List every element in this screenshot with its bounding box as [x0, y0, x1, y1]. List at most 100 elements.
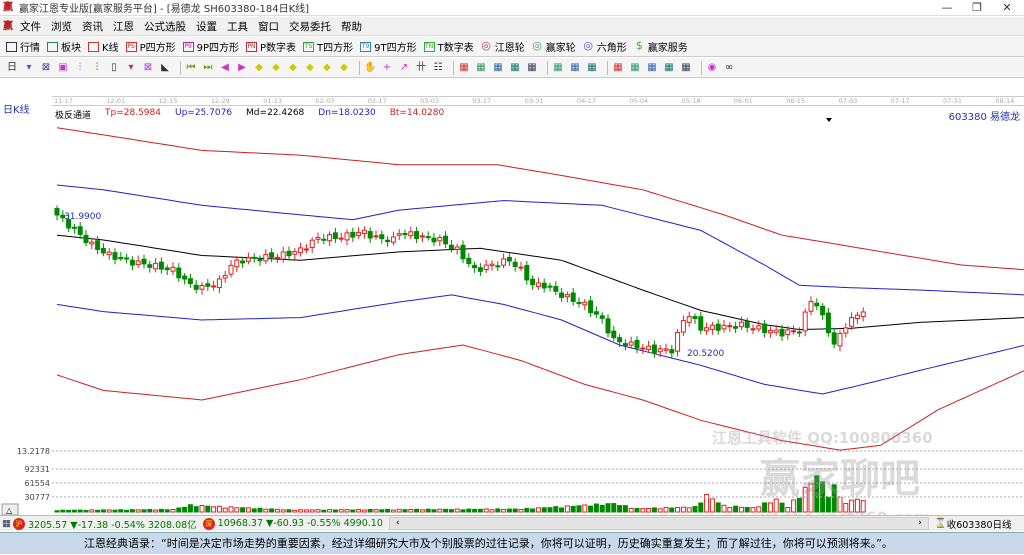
grid-icon[interactable]: ▦: [2, 518, 11, 529]
scroll-right-icon[interactable]: ›: [918, 518, 922, 529]
horizontal-scrollbar[interactable]: ‹ ›: [388, 517, 929, 530]
maximize-button[interactable]: ❐: [962, 0, 992, 16]
tool-icon-34[interactable]: ▦: [552, 62, 564, 74]
menu-item-2[interactable]: 资讯: [82, 19, 103, 34]
toolbar-button-10[interactable]: ◎ 赢家轮: [532, 38, 575, 55]
tool-icon-3[interactable]: ▣: [57, 62, 69, 74]
drawing-toolbar: 日 ▾ ⊠ ▣ ⫶ ⫶ ▯ ▾ ⊠ ◣ ⏮ ⏭ ◀ ▶ ◆ ◆ ◆ ◆ ◆ ◆ ✋ + ↗ 卄 ☷ ▦ ▦ ▦ ▦ ▦ ▦ ▦ ▦ ▦ ▦ ▦ ▦ ▦ ◉ ∞: [0, 58, 1024, 78]
toolbar-separator: [453, 60, 454, 75]
toolbar-button-5[interactable]: PN P数字表: [246, 39, 296, 54]
minimize-button[interactable]: —: [932, 0, 962, 16]
volume-bar: [640, 508, 646, 513]
tool-icon-29[interactable]: ▦: [475, 62, 487, 74]
toolbar-button-6[interactable]: TS T四方形: [303, 39, 353, 54]
app-logo-icon: 赢: [3, 20, 13, 32]
candle: [849, 312, 855, 331]
toolbar-button-12[interactable]: $ 赢家服务: [634, 39, 688, 55]
tool-icon-13[interactable]: ◀: [219, 62, 231, 74]
tool-icon-19[interactable]: ◆: [321, 62, 333, 74]
candle: [721, 320, 727, 333]
volume-bar: [524, 507, 530, 513]
toolbar-button-4[interactable]: P9 9P四方形: [182, 39, 239, 54]
toolbar-button-0[interactable]: 行情: [6, 39, 40, 54]
volume-bar: [477, 508, 483, 513]
tool-icon-5[interactable]: ⫶: [91, 62, 103, 74]
candle: [506, 253, 512, 267]
tool-icon-6[interactable]: ▯: [108, 62, 120, 74]
tool-icon-44[interactable]: ◉: [706, 62, 718, 74]
tool-icon-18[interactable]: ◆: [304, 62, 316, 74]
tool-icon-15[interactable]: ◆: [253, 62, 265, 74]
winner-wheel-icon: ◎: [532, 38, 543, 52]
tool-icon-20[interactable]: ◆: [338, 62, 350, 74]
menu-item-8[interactable]: 交易委托: [289, 19, 331, 34]
volume-bar: [622, 505, 628, 513]
menu-item-9[interactable]: 帮助: [341, 19, 362, 34]
tool-icon-7[interactable]: ▾: [125, 62, 137, 74]
toolbar-button-1[interactable]: 板块: [47, 39, 81, 54]
tool-icon-1[interactable]: ▾: [23, 62, 35, 74]
menu-item-1[interactable]: 浏览: [51, 19, 72, 34]
tool-icon-12[interactable]: ⏭: [202, 62, 214, 74]
tool-icon-2[interactable]: ⊠: [40, 62, 52, 74]
candle: [611, 325, 617, 342]
tool-icon-32[interactable]: ▦: [526, 62, 538, 74]
tool-icon-24[interactable]: ↗: [398, 62, 410, 74]
tool-icon-25[interactable]: 卄: [415, 62, 427, 74]
volume-bar: [564, 505, 570, 513]
menu-item-7[interactable]: 窗口: [258, 19, 279, 34]
tool-icon-14[interactable]: ▶: [236, 62, 248, 74]
candle: [332, 228, 338, 244]
toolbar-button-7[interactable]: T9 9T四方形: [360, 39, 417, 54]
tool-icon-36[interactable]: ▦: [586, 62, 598, 74]
tool-icon-22[interactable]: ✋: [364, 62, 376, 74]
tool-icon-9[interactable]: ◣: [159, 62, 171, 74]
tool-icon-4[interactable]: ⫶: [74, 62, 86, 74]
volume-bar: [657, 508, 663, 513]
tool-icon-35[interactable]: ▦: [569, 62, 581, 74]
tool-icon-42[interactable]: ▦: [680, 62, 692, 74]
sh-index-quote[interactable]: 3205.57 ▼-17.38 -0.54% 3208.08亿: [28, 517, 197, 531]
menu-item-6[interactable]: 工具: [227, 19, 248, 34]
tool-icon-17[interactable]: ◆: [287, 62, 299, 74]
scroll-left-icon[interactable]: ‹: [396, 518, 400, 529]
candle: [593, 306, 599, 318]
toolbar-button-11[interactable]: ◎ 六角形: [583, 39, 626, 55]
volume-bar: [303, 509, 309, 513]
menu-item-4[interactable]: 公式选股: [144, 19, 186, 34]
toolbar-button-8[interactable]: TN T数字表: [423, 39, 474, 54]
tool-icon-38[interactable]: ▦: [612, 62, 624, 74]
tool-icon-40[interactable]: ▦: [646, 62, 658, 74]
sz-index-quote[interactable]: 10968.37 ▼-60.93 -0.55% 4990.10: [218, 518, 383, 529]
tool-icon-31[interactable]: ▦: [509, 62, 521, 74]
tool-icon-28[interactable]: ▦: [458, 62, 470, 74]
volume-bar: [153, 509, 159, 513]
tool-icon-45[interactable]: ∞: [723, 62, 735, 74]
menu-item-5[interactable]: 设置: [196, 19, 217, 34]
tool-icon-39[interactable]: ▦: [629, 62, 641, 74]
tool-icon-41[interactable]: ▦: [663, 62, 675, 74]
menu-item-3[interactable]: 江恩: [113, 19, 134, 34]
toolbar-button-2[interactable]: K线: [88, 39, 119, 54]
volume-bar: [54, 510, 60, 513]
volume-bar: [437, 508, 443, 513]
volume-bar: [176, 507, 182, 513]
candle: [559, 288, 565, 302]
toolbar-button-9[interactable]: ◎ 江恩轮: [481, 39, 524, 55]
tool-icon-30[interactable]: ▦: [492, 62, 504, 74]
toolbar-button-3[interactable]: PS P四方形: [125, 39, 176, 54]
tool-icon-8[interactable]: ⊠: [142, 62, 154, 74]
tool-icon-23[interactable]: +: [381, 62, 393, 74]
candle: [187, 273, 193, 288]
tool-icon-16[interactable]: ◆: [270, 62, 282, 74]
status-bar: ▦ 沪 3205.57 ▼-17.38 -0.54% 3208.08亿 深 10…: [0, 515, 1024, 531]
status-right-text: 收603380日线: [946, 519, 1012, 531]
volume-bar: [431, 509, 437, 513]
tool-icon-11[interactable]: ⏮: [185, 62, 197, 74]
tool-icon-26[interactable]: ☷: [432, 62, 444, 74]
close-button[interactable]: ✕: [992, 0, 1022, 16]
menu-item-0[interactable]: 文件: [20, 19, 41, 34]
candle: [715, 319, 721, 335]
volume-bar: [634, 507, 640, 513]
tool-icon-0[interactable]: 日: [6, 62, 18, 74]
